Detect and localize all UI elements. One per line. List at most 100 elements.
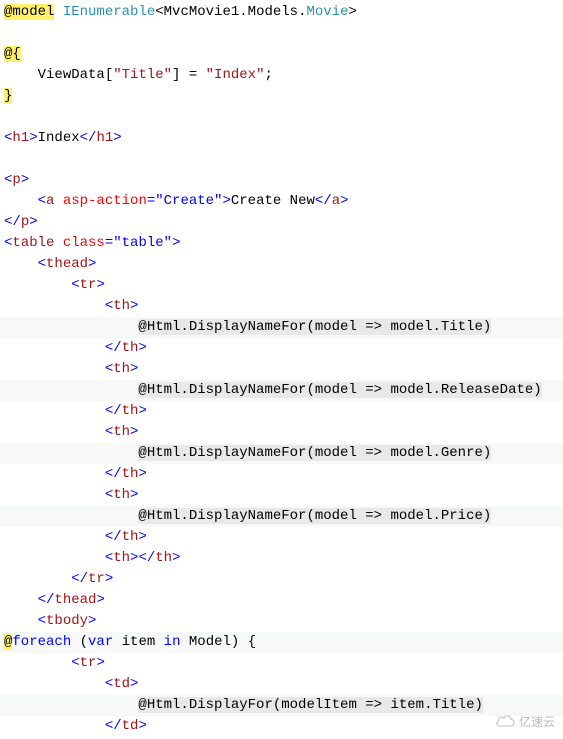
code-line: <th> (0, 485, 563, 506)
code-token (4, 151, 12, 167)
code-token: h1 (96, 130, 113, 146)
code-line: </td> (0, 716, 563, 737)
code-token: </ (4, 214, 21, 230)
code-line: @Html.DisplayFor(modelItem => item.Title… (0, 695, 563, 716)
code-token: Html.DisplayNameFor(model => model.Title… (147, 319, 491, 335)
code-editor: @model IEnumerable<MvcMovie1.Models.Movi… (0, 0, 563, 739)
code-line: @Html.DisplayNameFor(model => model.Rele… (0, 380, 563, 401)
watermark-text: 亿速云 (519, 713, 555, 731)
code-token: @ (138, 382, 146, 398)
code-token: th (122, 403, 139, 419)
code-token: Html.DisplayNameFor(model => model.Genre… (147, 445, 491, 461)
code-token: in (164, 634, 181, 650)
code-token: </ (105, 466, 122, 482)
code-token: item (113, 634, 163, 650)
code-token: < (71, 655, 79, 671)
code-line: </p> (0, 212, 563, 233)
code-token: td (113, 676, 130, 692)
code-token: } (4, 88, 12, 104)
code-token: "table" (113, 235, 172, 251)
code-token: th (113, 298, 130, 314)
code-line: <th> (0, 296, 563, 317)
code-line: <tr> (0, 653, 563, 674)
code-token: > (138, 529, 146, 545)
code-token: @ (138, 319, 146, 335)
code-line: </th> (0, 338, 563, 359)
code-token: < (38, 193, 46, 209)
code-token: class (63, 235, 105, 251)
code-token: Model) { (180, 634, 256, 650)
code-line: @Html.DisplayNameFor(model => model.Pric… (0, 506, 563, 527)
code-token: = (147, 193, 155, 209)
code-token (54, 235, 62, 251)
code-token: > (138, 340, 146, 356)
code-token: th (122, 340, 139, 356)
code-token: > (172, 550, 180, 566)
code-token: @{ (4, 46, 21, 62)
code-token: > (222, 193, 230, 209)
code-token: < (105, 487, 113, 503)
code-token: </ (105, 529, 122, 545)
code-token: th (113, 550, 130, 566)
code-token: </ (38, 592, 55, 608)
code-token: > (130, 298, 138, 314)
code-token: foreach (12, 634, 71, 650)
code-token: "Title" (113, 67, 172, 83)
code-token: ; (264, 67, 272, 83)
code-line: ViewData["Title"] = "Index"; (0, 65, 563, 86)
code-token: asp-action (63, 193, 147, 209)
code-token (54, 4, 62, 20)
code-token: tbody (46, 613, 88, 629)
code-token: th (155, 550, 172, 566)
code-line: </tr> (0, 569, 563, 590)
code-token: > (172, 235, 180, 251)
code-token: IEnumerable (63, 4, 155, 20)
code-token: </ (105, 403, 122, 419)
code-token: tr (80, 277, 97, 293)
code-token: = (105, 235, 113, 251)
code-line: </th> (0, 527, 563, 548)
code-token: Html.DisplayNameFor(model => model.Price… (147, 508, 491, 524)
code-token: "Create" (155, 193, 222, 209)
code-token: </ (105, 718, 122, 734)
code-token: thead (54, 592, 96, 608)
code-token (54, 193, 62, 209)
code-line: <th> (0, 422, 563, 443)
code-token: > (138, 466, 146, 482)
code-line: <td> (0, 674, 563, 695)
code-line: <thead> (0, 254, 563, 275)
code-token: ViewData[ (38, 67, 114, 83)
code-token: < (105, 550, 113, 566)
code-token: @ (138, 445, 146, 461)
code-token: > (130, 424, 138, 440)
code-token: var (88, 634, 113, 650)
code-token: > (88, 256, 96, 272)
code-token: < (38, 256, 46, 272)
code-token: Index (38, 130, 80, 146)
code-token: Html.DisplayNameFor(model => model.Relea… (147, 382, 542, 398)
code-token: </ (105, 340, 122, 356)
code-token: th (113, 487, 130, 503)
code-token: a (332, 193, 340, 209)
code-token: td (122, 718, 139, 734)
code-token: @ (138, 508, 146, 524)
code-line: @Html.DisplayNameFor(model => model.Titl… (0, 317, 563, 338)
code-token: th (122, 466, 139, 482)
code-token: tr (88, 571, 105, 587)
code-token (4, 109, 12, 125)
code-line (0, 107, 563, 128)
code-token: < (105, 676, 113, 692)
code-line: </th> (0, 464, 563, 485)
code-token: h1 (12, 130, 29, 146)
code-token: > (88, 613, 96, 629)
code-token: > (96, 277, 104, 293)
code-line: } (0, 86, 563, 107)
code-token: < (105, 298, 113, 314)
code-token: ></ (130, 550, 155, 566)
code-token: < (105, 361, 113, 377)
code-token: > (349, 4, 357, 20)
code-token (4, 25, 12, 41)
watermark-logo: 亿速云 (495, 713, 555, 731)
code-line: <th></th> (0, 548, 563, 569)
code-line: </thead> (0, 590, 563, 611)
